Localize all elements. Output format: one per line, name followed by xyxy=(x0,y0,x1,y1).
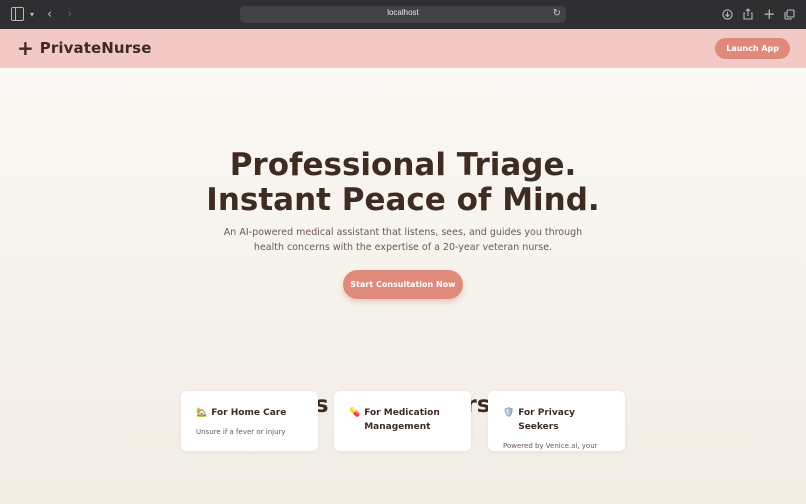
app-header: + PrivateNurse Launch App xyxy=(0,29,806,68)
house-icon: 🏡 xyxy=(196,408,208,418)
share-icon[interactable] xyxy=(743,7,753,21)
hero-title-line2: Instant Peace of Mind. xyxy=(206,182,600,218)
hero-title: Professional Triage. Instant Peace of Mi… xyxy=(0,148,806,218)
pill-icon: 💊 xyxy=(349,408,361,418)
launch-app-button[interactable]: Launch App xyxy=(715,38,790,59)
brand-name: PrivateNurse xyxy=(39,39,152,57)
reload-icon[interactable]: ↻ xyxy=(553,8,561,19)
card-body: Powered by Venice.ai, your xyxy=(503,442,598,450)
card-title: For Home Care xyxy=(211,408,287,418)
hero-subtitle: An AI-powered medical assistant that lis… xyxy=(223,227,583,253)
forward-icon[interactable]: › xyxy=(67,7,72,22)
new-tab-icon[interactable]: + xyxy=(763,5,776,23)
hero-title-line1: Professional Triage. xyxy=(229,147,577,183)
url-text: localhost xyxy=(387,8,419,17)
sidebar-icon[interactable] xyxy=(11,7,24,21)
browser-toolbar: ▾ ‹ › localhost ↻ + xyxy=(0,0,806,29)
audience-card-home-care: 🏡 For Home Care Unsure if a fever or inj… xyxy=(181,391,318,451)
card-body: Unsure if a fever or injury xyxy=(196,428,286,436)
card-title: For Medication Management xyxy=(364,408,440,432)
brand-logo[interactable]: + PrivateNurse xyxy=(17,36,152,60)
tabs-overview-icon[interactable] xyxy=(784,7,795,21)
audience-card-privacy: 🛡️ For Privacy Seekers Powered by Venice… xyxy=(488,391,625,451)
back-icon[interactable]: ‹ xyxy=(47,7,52,22)
start-consultation-button[interactable]: Start Consultation Now xyxy=(343,270,463,299)
audience-card-medication: 💊 For Medication Management xyxy=(334,391,471,451)
card-title: For Privacy Seekers xyxy=(518,408,576,432)
plus-icon: + xyxy=(17,36,34,60)
shield-icon: 🛡️ xyxy=(503,408,515,418)
chevron-down-icon[interactable]: ▾ xyxy=(30,7,34,21)
address-bar[interactable]: localhost ↻ xyxy=(240,6,566,23)
download-icon[interactable] xyxy=(722,7,733,21)
